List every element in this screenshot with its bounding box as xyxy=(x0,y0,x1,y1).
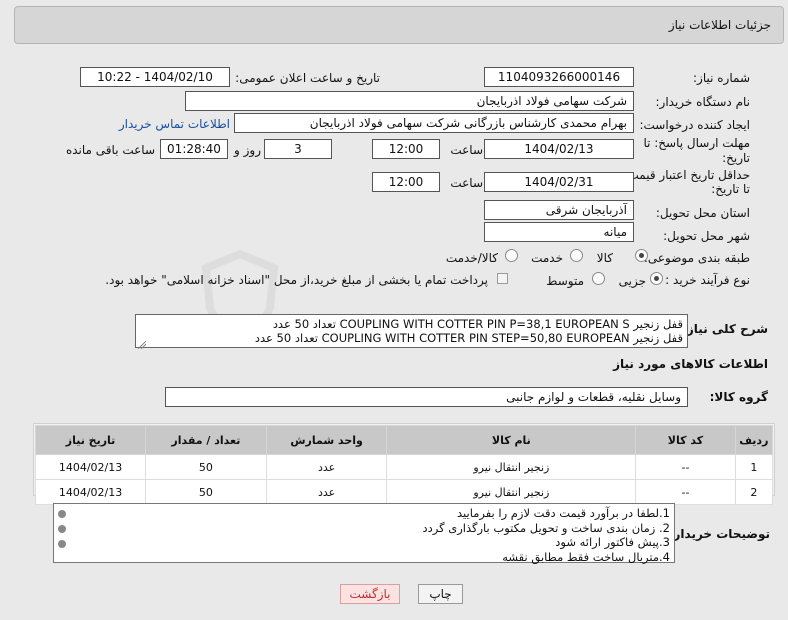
goods-cell-col-row: 1 xyxy=(734,454,774,480)
deadline-label: مهلت ارسال پاسخ: تا xyxy=(643,136,750,150)
requester-label: ایجاد کننده درخواست: xyxy=(639,118,750,132)
goods-section-title: اطلاعات کالاهای مورد نیاز xyxy=(613,357,768,371)
description-line-1: قفل زنجیر COUPLING WITH COTTER PIN P=38,… xyxy=(272,317,683,331)
category-label: طبقه بندی موضوعی: xyxy=(643,251,750,265)
goods-cell-col-code: -- xyxy=(635,454,736,480)
goods-header-col-name: نام کالا xyxy=(386,425,637,455)
goods-group-field: وسایل نقلیه، قطعات و لوازم جانبی xyxy=(165,387,688,407)
page-title-bar: جزئیات اطلاعات نیاز xyxy=(14,6,784,44)
buyer-notes-box[interactable]: 1.لطفا در برآورد قیمت دقت لازم را بفرمای… xyxy=(53,503,675,564)
goods-table-wrap: ردیف کد کالا نام کالا واحد شمارش تعداد / مقد… xyxy=(33,423,775,505)
category-option-goods-service: کالا/خدمت xyxy=(445,251,498,265)
buyer-note-line-1: 1.لطفا در برآورد قیمت دقت لازم را بفرمای… xyxy=(456,506,670,520)
back-button[interactable]: بازگشت xyxy=(340,584,400,604)
city-label: شهر محل تحویل: xyxy=(663,229,750,243)
description-label: شرح کلی نیاز: xyxy=(682,322,768,336)
goods-cell-col-unit: عدد xyxy=(265,479,388,505)
goods-cell-col-row: 2 xyxy=(734,479,774,505)
goods-cell-col-date: 1404/02/13 xyxy=(34,454,147,480)
validity-date-field: 1404/02/31 xyxy=(484,172,634,192)
goods-cell-col-unit: عدد xyxy=(265,454,388,480)
buyer-note-line-3: 3.پیش فاکتور ارائه شود xyxy=(555,535,670,549)
validity-time-label: ساعت xyxy=(450,176,483,190)
validity-label-2: تا تاریخ: xyxy=(711,182,750,196)
deadline-time-label: ساعت xyxy=(450,143,483,157)
resize-handle-icon[interactable] xyxy=(137,338,147,350)
requester-field: بهرام محمدی کارشناس بازرگانی شرکت سهامی … xyxy=(234,113,634,133)
category-option-goods: کالا xyxy=(596,251,613,265)
process-option-medium: متوسط xyxy=(546,274,584,288)
days-label: روز و xyxy=(234,143,261,157)
category-option-service: خدمت xyxy=(531,251,563,265)
scroll-dot-icon xyxy=(58,525,66,533)
process-label: نوع فرآیند خرید : xyxy=(665,273,750,287)
announce-label: تاریخ و ساعت اعلان عمومی: xyxy=(235,71,380,85)
description-textarea[interactable]: قفل زنجیر COUPLING WITH COTTER PIN P=38,… xyxy=(135,314,688,350)
goods-cell-col-name: زنجیر انتقال نیرو xyxy=(386,479,637,505)
goods-header-col-unit: واحد شمارش xyxy=(265,425,388,455)
deadline-label-2: تاریخ: xyxy=(722,151,750,165)
description-line-2: قفل زنجیر COUPLING WITH COTTER PIN STEP=… xyxy=(254,331,683,345)
goods-header-col-qty: تعداد / مقدار xyxy=(145,425,267,455)
category-radio-goods-service[interactable] xyxy=(505,249,518,262)
goods-header-col-row: ردیف xyxy=(734,425,774,455)
remaining-time-field: 01:28:40 xyxy=(160,139,228,159)
announce-field: 1404/02/10 - 10:22 xyxy=(80,67,230,87)
buyer-note-line-2: 2. زمان بندی ساخت و تحویل مکتوب بارگذاری… xyxy=(422,520,671,535)
table-row[interactable]: 1 -- زنجیر انتقال نیرو عدد 50 1404/02/13 xyxy=(34,454,774,480)
category-radio-goods[interactable] xyxy=(635,249,648,262)
goods-cell-col-qty: 50 xyxy=(145,454,267,480)
days-field: 3 xyxy=(264,139,332,159)
goods-cell-col-code: -- xyxy=(635,479,736,505)
province-label: استان محل تحویل: xyxy=(655,206,750,220)
goods-group-label: گروه کالا: xyxy=(709,390,768,404)
buyer-org-label: نام دستگاه خریدار: xyxy=(655,95,751,109)
need-number-field: 1104093266000146 xyxy=(484,67,634,87)
deadline-date-field: 1404/02/13 xyxy=(484,139,634,159)
category-radio-service[interactable] xyxy=(570,249,583,262)
city-field: میانه xyxy=(484,222,634,242)
validity-label: حداقل تاریخ اعتبار قیمت: xyxy=(623,168,750,182)
need-number-label: شماره نیاز: xyxy=(693,71,750,85)
process-radio-medium[interactable] xyxy=(592,272,605,285)
table-row[interactable]: 2 -- زنجیر انتقال نیرو عدد 50 1404/02/13 xyxy=(34,479,774,505)
province-field: آذربایجان شرقی xyxy=(484,200,634,220)
buyer-notes-label: توضیحات خریدار: xyxy=(668,527,770,541)
goods-table-header: ردیف کد کالا نام کالا واحد شمارش تعداد / مقد… xyxy=(34,425,774,455)
goods-cell-col-date: 1404/02/13 xyxy=(34,479,147,505)
goods-cell-col-qty: 50 xyxy=(145,479,267,505)
treasury-payment-checkbox[interactable] xyxy=(497,273,508,284)
process-radio-minor[interactable] xyxy=(650,272,663,285)
remaining-time-label: ساعت باقی مانده xyxy=(65,143,155,157)
scroll-dot-icon xyxy=(58,510,66,518)
notes-scrollbar[interactable] xyxy=(56,506,68,560)
buyer-notes-text: 1.لطفا در برآورد قیمت دقت لازم را بفرمای… xyxy=(423,506,671,564)
process-option-minor: جزیی xyxy=(618,274,646,288)
goods-header-col-code: کد کالا xyxy=(635,425,736,455)
goods-cell-col-name: زنجیر انتقال نیرو xyxy=(386,454,637,480)
deadline-time-field: 12:00 xyxy=(372,139,440,159)
validity-time-field: 12:00 xyxy=(372,172,440,192)
payment-note: پرداخت تمام یا بخشی از مبلغ خرید،از محل … xyxy=(105,273,488,287)
page-title: جزئیات اطلاعات نیاز xyxy=(668,18,771,32)
print-button[interactable]: چاپ xyxy=(418,584,463,604)
goods-table: ردیف کد کالا نام کالا واحد شمارش تعداد / مقد… xyxy=(34,425,774,505)
goods-header-col-date: تاریخ نیاز xyxy=(34,425,147,455)
buyer-org-field: شرکت سهامی فولاد اذربایجان xyxy=(185,91,634,111)
buyer-note-line-4: 4.متریال ساخت فقط مطابق نقشه xyxy=(502,549,670,564)
scroll-dot-icon xyxy=(58,540,66,548)
contact-info-link[interactable]: اطلاعات تماس خریدار xyxy=(119,117,230,131)
